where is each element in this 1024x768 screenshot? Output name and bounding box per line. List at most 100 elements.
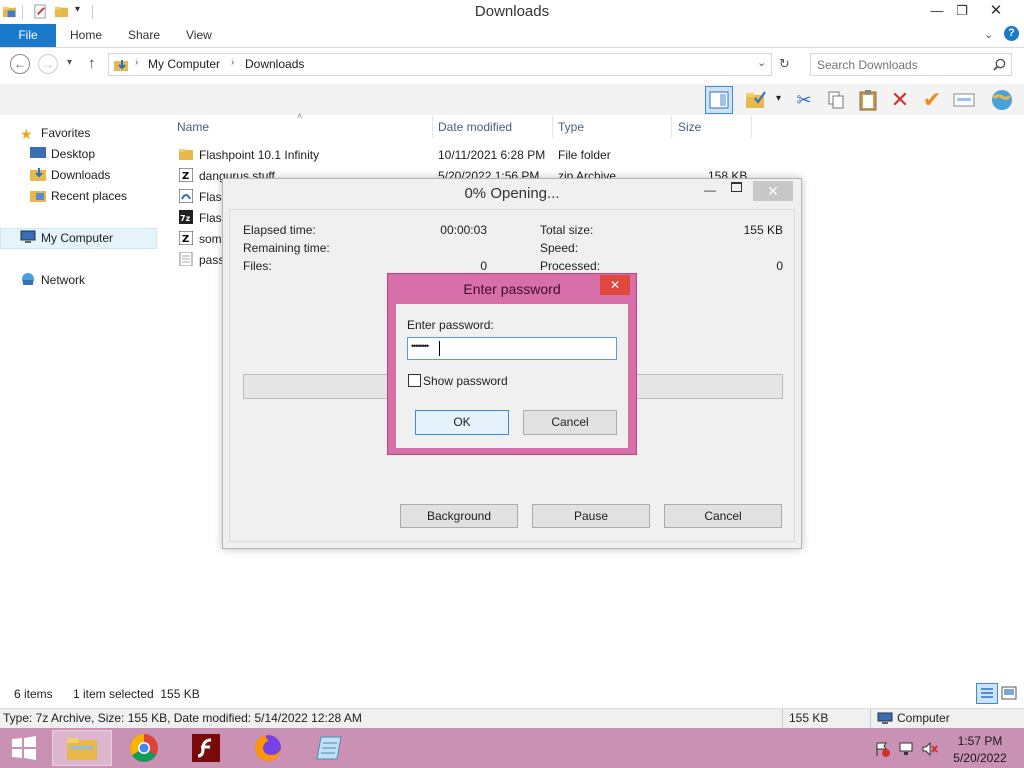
show-password-checkbox[interactable] bbox=[408, 374, 421, 387]
up-arrow-icon[interactable]: ↑ bbox=[88, 55, 96, 72]
svg-text:7z: 7z bbox=[180, 214, 191, 223]
computer-icon bbox=[20, 230, 36, 243]
progress-minimize-button[interactable]: — bbox=[704, 183, 716, 197]
zip-archive-icon: Z bbox=[179, 231, 193, 245]
svg-text:Z: Z bbox=[182, 171, 189, 182]
taskbar-notepad[interactable] bbox=[302, 730, 358, 766]
password-cancel-button[interactable]: Cancel bbox=[523, 410, 617, 435]
back-button[interactable]: ← bbox=[10, 54, 30, 74]
delete-icon[interactable]: ✕ bbox=[886, 86, 914, 114]
nav-downloads[interactable]: Downloads bbox=[30, 165, 110, 185]
progress-title-bar: 0% Opening... — ✕ bbox=[223, 179, 801, 209]
progress-cancel-button[interactable]: Cancel bbox=[664, 504, 782, 528]
tab-view[interactable]: View bbox=[186, 24, 212, 47]
remaining-time-label: Remaining time: bbox=[243, 241, 330, 255]
column-header-size[interactable]: Size bbox=[678, 118, 701, 136]
new-folder-icon[interactable] bbox=[54, 4, 69, 19]
pause-button[interactable]: Pause bbox=[532, 504, 650, 528]
search-input[interactable] bbox=[817, 56, 987, 73]
globe-icon[interactable] bbox=[988, 86, 1016, 114]
file-row[interactable]: 7z Flash bbox=[179, 208, 228, 229]
search-icon bbox=[993, 58, 1006, 71]
password-input[interactable]: •••••••• bbox=[411, 341, 429, 351]
dropdown-icon[interactable]: ▾ bbox=[776, 93, 781, 104]
nav-recent-places[interactable]: Recent places bbox=[30, 186, 127, 206]
ok-button[interactable]: OK bbox=[415, 410, 509, 435]
nav-favorites[interactable]: ★ Favorites bbox=[20, 123, 90, 143]
help-icon[interactable]: ? bbox=[1004, 26, 1019, 41]
password-field[interactable]: •••••••• bbox=[407, 337, 617, 360]
file-row[interactable]: Zsom bbox=[179, 229, 222, 250]
file-row[interactable]: pass bbox=[179, 250, 224, 271]
taskbar-flash[interactable] bbox=[178, 730, 234, 766]
large-icons-view-button[interactable] bbox=[1001, 686, 1017, 700]
refresh-icon[interactable]: ↻ bbox=[779, 56, 790, 72]
password-dialog-close-button[interactable]: ✕ bbox=[600, 275, 630, 295]
tray-flag-icon[interactable] bbox=[874, 741, 890, 757]
processed-label: Processed: bbox=[540, 259, 601, 273]
copy-icon[interactable] bbox=[822, 86, 850, 114]
installer-icon bbox=[179, 189, 193, 203]
show-password-label[interactable]: Show password bbox=[423, 374, 508, 388]
password-dialog: Enter password ✕ Enter password: •••••••… bbox=[387, 273, 637, 455]
tray-volume-muted-icon[interactable] bbox=[922, 741, 938, 757]
downloads-folder-icon bbox=[114, 60, 128, 71]
cut-icon[interactable]: ✂ bbox=[790, 86, 818, 114]
rename-icon[interactable] bbox=[950, 86, 978, 114]
file-row[interactable]: Flash bbox=[179, 187, 228, 208]
properties-icon[interactable] bbox=[33, 4, 48, 19]
svg-text:Z: Z bbox=[182, 234, 189, 245]
quick-access-dropdown[interactable]: ▾ bbox=[75, 4, 80, 15]
folder-check-icon[interactable] bbox=[742, 86, 770, 114]
breadcrumb-my-computer[interactable]: My Computer bbox=[148, 57, 220, 71]
column-header-date[interactable]: Date modified bbox=[438, 118, 512, 136]
progress-close-button[interactable]: ✕ bbox=[753, 181, 793, 201]
zip-archive-icon: Z bbox=[179, 168, 193, 182]
taskbar-file-explorer[interactable] bbox=[52, 730, 112, 766]
column-divider bbox=[552, 116, 553, 138]
status-size: 155 KB bbox=[789, 711, 829, 725]
nav-my-computer[interactable]: My Computer bbox=[20, 228, 113, 248]
preview-pane-icon[interactable] bbox=[705, 86, 733, 114]
checkmark-icon[interactable]: ✔ bbox=[918, 86, 946, 114]
background-button[interactable]: Background bbox=[400, 504, 518, 528]
address-bar[interactable]: › My Computer › Downloads ⌄ bbox=[108, 53, 772, 76]
item-count: 6 items bbox=[14, 687, 53, 701]
column-header-type[interactable]: Type bbox=[558, 118, 584, 136]
progress-maximize-button[interactable] bbox=[731, 182, 742, 192]
taskbar-firefox[interactable] bbox=[240, 730, 296, 766]
downloads-icon bbox=[30, 168, 46, 181]
tab-file[interactable]: File bbox=[0, 24, 56, 47]
recent-locations-dropdown[interactable]: ▾ bbox=[67, 57, 72, 68]
tab-home[interactable]: Home bbox=[70, 24, 102, 47]
start-button[interactable] bbox=[0, 730, 48, 766]
tray-network-icon[interactable] bbox=[898, 741, 914, 757]
close-button[interactable]: ✕ bbox=[981, 0, 1011, 22]
file-row[interactable]: Flashpoint 10.1 Infinity 10/11/2021 6:28… bbox=[179, 145, 759, 166]
nav-desktop[interactable]: Desktop bbox=[30, 144, 95, 164]
column-header-name[interactable]: Name bbox=[177, 118, 209, 136]
tab-share[interactable]: Share bbox=[128, 24, 160, 47]
forward-button[interactable]: → bbox=[38, 54, 58, 74]
breadcrumb-separator: › bbox=[231, 57, 235, 68]
taskbar-chrome[interactable] bbox=[116, 730, 172, 766]
recent-places-icon bbox=[30, 191, 46, 202]
divider bbox=[782, 709, 783, 728]
total-size-value: 155 KB bbox=[743, 223, 783, 237]
nav-network[interactable]: Network bbox=[20, 270, 85, 290]
clock-time[interactable]: 1:57 PM bbox=[950, 734, 1010, 748]
details-view-button[interactable] bbox=[976, 683, 998, 704]
restore-button[interactable]: ❐ bbox=[947, 0, 977, 22]
column-divider bbox=[671, 116, 672, 138]
search-box[interactable] bbox=[810, 53, 1012, 76]
speed-label: Speed: bbox=[540, 241, 579, 255]
expand-ribbon-icon[interactable]: ⌄ bbox=[984, 28, 993, 41]
title-bar: Downloads bbox=[0, 0, 1024, 24]
clock-date[interactable]: 5/20/2022 bbox=[950, 751, 1010, 765]
breadcrumb-downloads[interactable]: Downloads bbox=[245, 57, 304, 71]
elapsed-time-label: Elapsed time: bbox=[243, 223, 316, 237]
address-dropdown-icon[interactable]: ⌄ bbox=[757, 56, 766, 69]
paste-icon[interactable] bbox=[854, 86, 882, 114]
password-label: Enter password: bbox=[407, 318, 494, 332]
breadcrumb-separator: › bbox=[135, 57, 139, 68]
